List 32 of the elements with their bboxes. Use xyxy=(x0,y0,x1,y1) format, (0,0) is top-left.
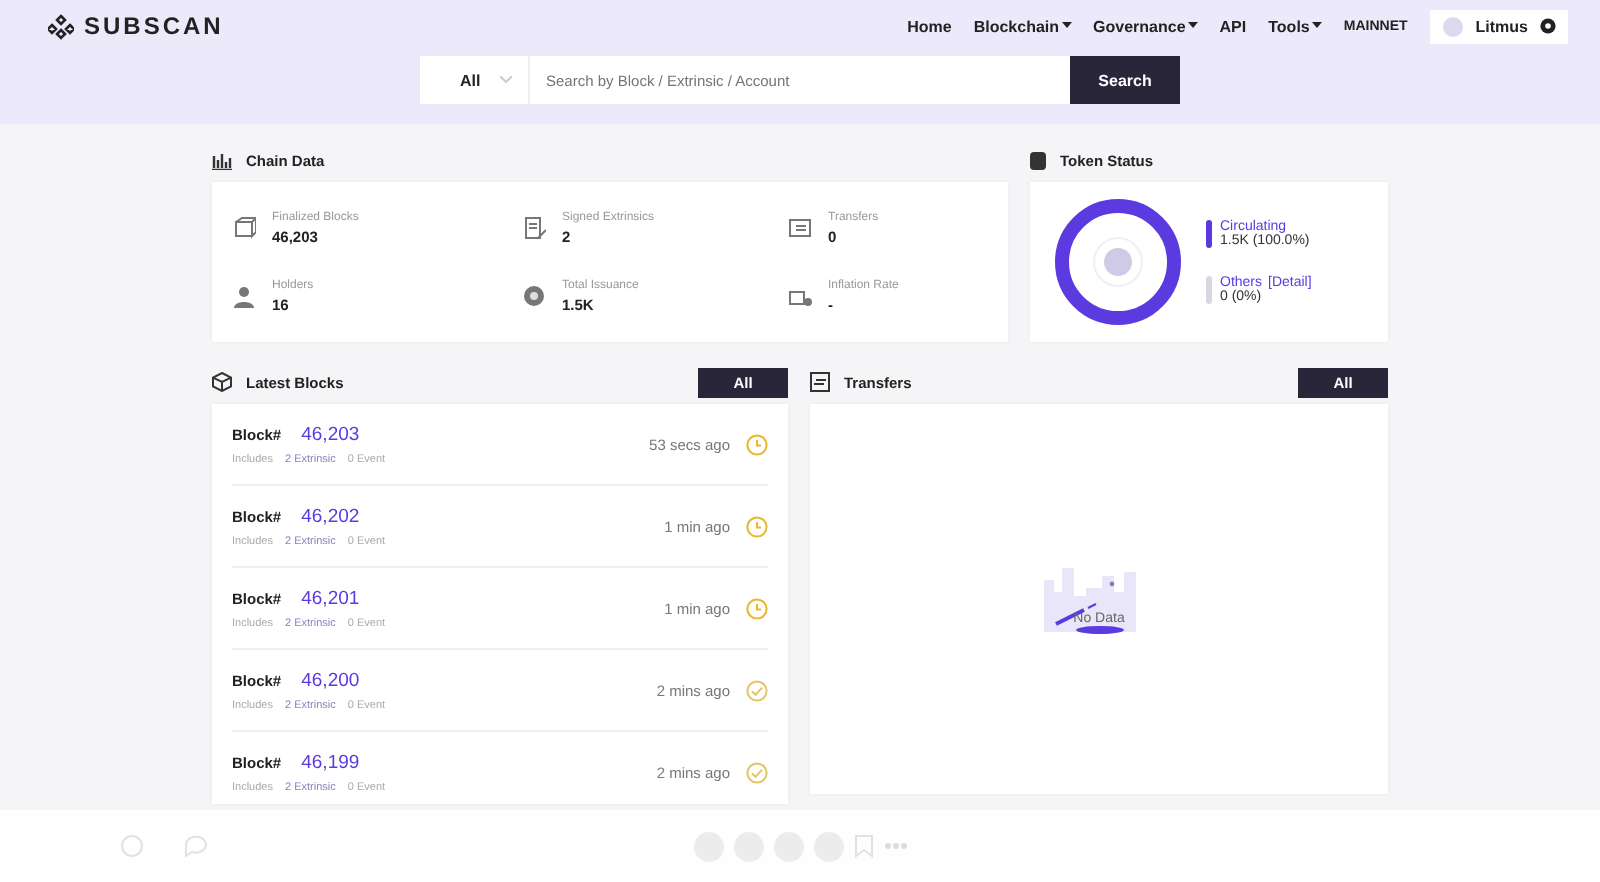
settings-icon xyxy=(1540,18,1556,34)
caret-icon xyxy=(1187,22,1198,30)
logo-text[interactable]: SUBSCAN xyxy=(84,12,224,40)
more-icon[interactable] xyxy=(883,842,907,850)
bookmark-icon[interactable] xyxy=(853,834,873,858)
transfer-icon xyxy=(810,372,830,392)
comment-icon xyxy=(184,834,208,858)
stat-icon xyxy=(232,216,256,240)
chain-logo-icon xyxy=(1441,15,1464,37)
block-number-link[interactable]: 46,202 xyxy=(301,505,360,527)
block-number-link[interactable]: 46,200 xyxy=(301,669,360,691)
nav-link[interactable]: Governance xyxy=(1093,17,1198,35)
caret-icon xyxy=(1311,22,1322,30)
nav-link[interactable]: Home xyxy=(907,17,952,35)
chain-selector[interactable]: Litmus xyxy=(1429,9,1568,43)
search-button[interactable]: Search xyxy=(1070,56,1180,104)
nav-link[interactable]: Blockchain xyxy=(973,17,1072,35)
chevron-icon xyxy=(500,76,512,84)
block-number-link[interactable]: 46,203 xyxy=(301,423,360,445)
block-number-link[interactable]: 46,199 xyxy=(301,751,360,773)
stat-icon xyxy=(522,284,546,308)
stat-icon xyxy=(522,216,546,240)
logo-icon xyxy=(48,13,74,39)
cube-icon xyxy=(212,372,232,392)
nav-link[interactable]: Tools xyxy=(1268,17,1322,35)
caret-icon xyxy=(1061,22,1072,30)
bar-chart-icon xyxy=(212,151,232,169)
nav-link[interactable]: API xyxy=(1219,17,1247,35)
block-number-link[interactable]: 46,201 xyxy=(301,587,360,609)
stat-icon xyxy=(232,284,256,308)
shadow-icon xyxy=(1075,626,1123,634)
stat-icon xyxy=(788,216,812,240)
